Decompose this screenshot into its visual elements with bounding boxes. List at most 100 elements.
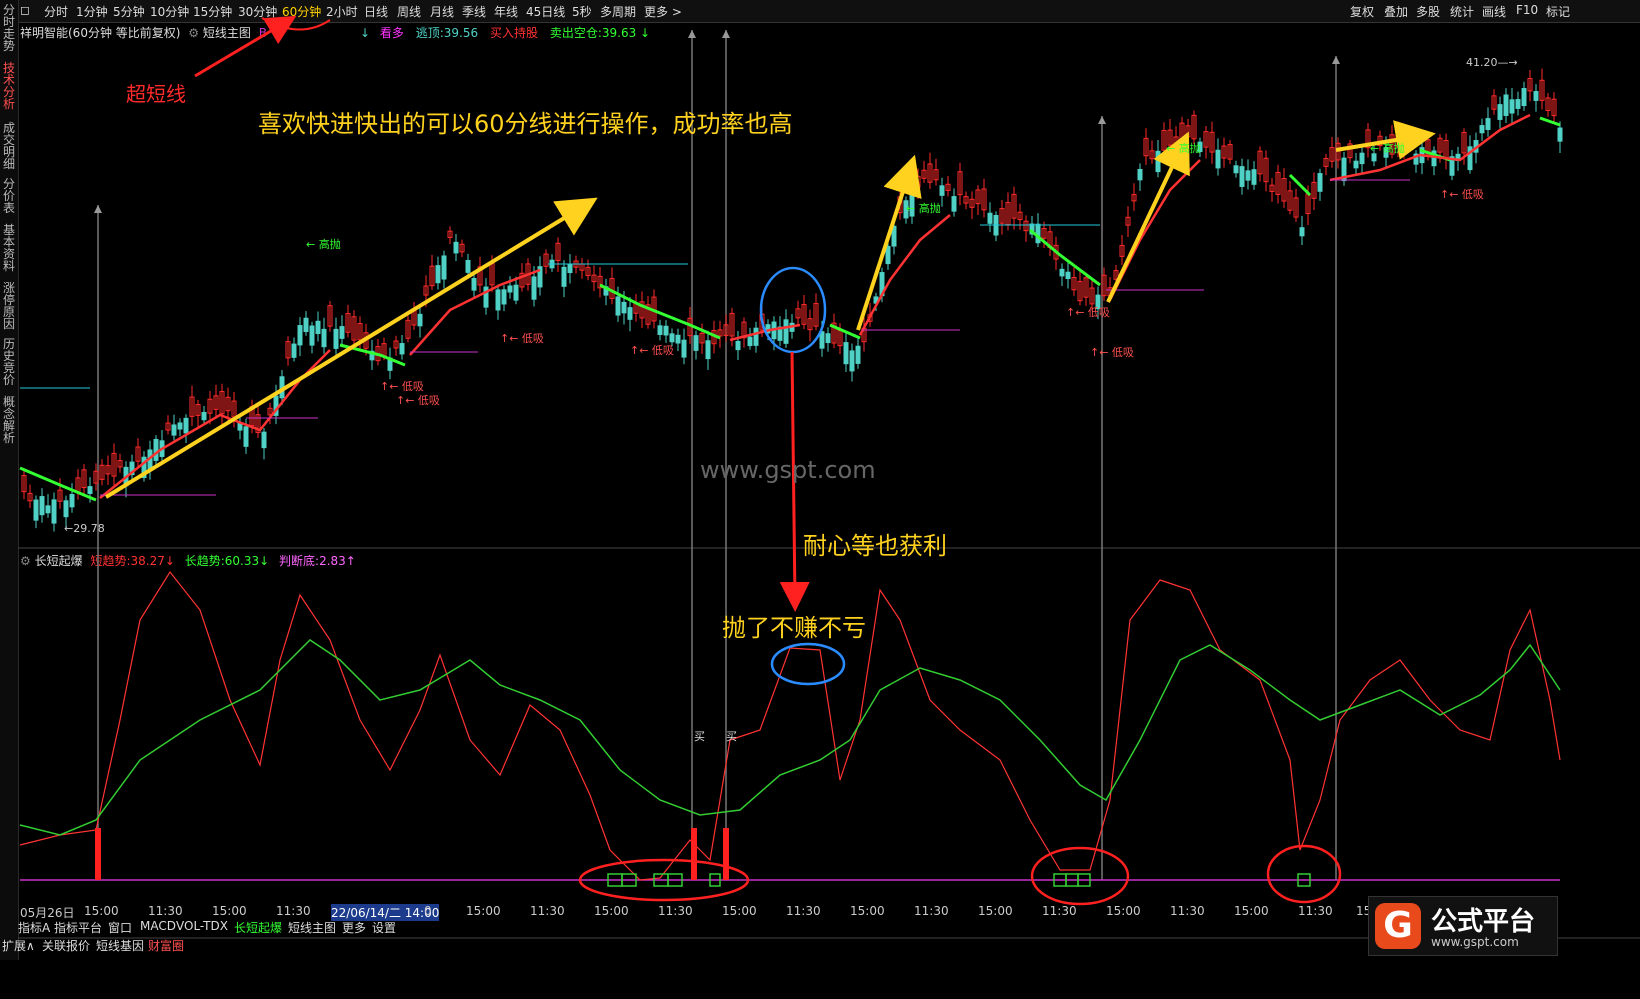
buy-label-2: 买 xyxy=(726,730,737,743)
indicator-tab-6[interactable]: 短线主图 xyxy=(288,919,336,936)
time-label: 15:00 xyxy=(594,904,629,918)
vmarker-arrowhead xyxy=(1098,116,1106,124)
indicator-tab-1[interactable]: 指标平台 xyxy=(54,919,102,936)
indicator-tab-7[interactable]: 更多 xyxy=(342,919,366,936)
candle-body xyxy=(849,350,855,372)
indicator-tab-0[interactable]: 指标A xyxy=(18,919,50,936)
trend-lines xyxy=(19,113,1561,502)
candle-body xyxy=(153,438,159,461)
candle-body xyxy=(825,333,831,344)
candle-body xyxy=(1245,170,1251,181)
trend-arrow-1 xyxy=(104,197,598,499)
status-tab-2[interactable]: 短线基因 xyxy=(96,937,144,954)
candle-body xyxy=(201,411,207,421)
trend-red-segment xyxy=(1108,159,1201,301)
candle-body xyxy=(1521,88,1527,107)
trend-arrow-3 xyxy=(1106,131,1190,303)
time-label: 11:30 xyxy=(658,904,693,918)
vmarker-arrowhead xyxy=(94,205,102,213)
candle-body xyxy=(693,335,699,351)
candle-body xyxy=(309,325,315,346)
ultra-short-arrow xyxy=(194,15,297,78)
vertical-markers xyxy=(94,30,1340,880)
candle-body xyxy=(1065,271,1071,279)
candle-body xyxy=(399,343,405,355)
high-sell-label: ← 高抛 xyxy=(306,238,341,251)
time-label: 15:00 xyxy=(722,904,757,918)
candle-body xyxy=(1317,173,1323,192)
time-label: 15:00 xyxy=(1234,904,1269,918)
low-buy-label: ↑← 低吸 xyxy=(500,332,544,345)
candle-body xyxy=(441,255,447,280)
vmarker-arrowhead xyxy=(688,30,696,38)
candle-body xyxy=(735,340,741,351)
high-sell-label: ← 高抛 xyxy=(1166,142,1201,155)
candle-body xyxy=(663,325,669,336)
time-label: 15:00 xyxy=(212,904,247,918)
time-label: 15:00 xyxy=(978,904,1013,918)
status-tab-3[interactable]: 财富圈 xyxy=(148,937,184,954)
main-annotation: 喜欢快进快出的可以60分线进行操作，成功率也高 xyxy=(258,110,793,138)
candle-body xyxy=(951,196,957,212)
candle-body xyxy=(621,301,627,314)
candle-body xyxy=(987,212,993,224)
status-tab-1[interactable]: 关联报价 xyxy=(42,937,90,954)
time-label: 11:30 xyxy=(276,904,311,918)
time-label: 15:00 xyxy=(1106,904,1141,918)
time-label: 15:00 xyxy=(84,904,119,918)
candle-body xyxy=(1533,90,1539,101)
time-label: 11:30 xyxy=(530,904,565,918)
long-trend-line xyxy=(19,639,1561,836)
candle-body xyxy=(1137,168,1143,181)
candle-body xyxy=(1359,152,1365,165)
indicator-tab-8[interactable]: 设置 xyxy=(372,919,396,936)
vmarker-arrowhead xyxy=(1332,56,1340,64)
candle-body xyxy=(1503,94,1509,116)
candle-body xyxy=(1497,104,1503,120)
candle-body xyxy=(843,342,849,365)
candle-body xyxy=(495,289,501,311)
logo-name: 公式平台 xyxy=(1431,907,1536,937)
candle-body xyxy=(243,426,249,447)
candle-body xyxy=(261,431,267,449)
candle-body xyxy=(1059,268,1065,277)
candle-body xyxy=(435,265,441,284)
candle-body xyxy=(171,424,177,436)
candle-body xyxy=(669,333,675,343)
low-buy-label: ↑← 低吸 xyxy=(1090,346,1134,359)
patience-annotation: 耐心等也获利 xyxy=(803,532,947,560)
candle-body xyxy=(39,496,45,516)
candle-body xyxy=(1239,166,1245,187)
candle-body xyxy=(531,276,537,300)
trend-green-segment xyxy=(1539,116,1561,127)
candle-body xyxy=(1251,169,1257,185)
trend-red-segment xyxy=(858,214,951,336)
candle-body xyxy=(333,328,339,349)
candle-body xyxy=(753,327,759,346)
candle-body xyxy=(1515,99,1521,109)
time-label: 15:00 xyxy=(850,904,885,918)
candle-body xyxy=(471,278,477,291)
status-tab-0[interactable]: 扩展∧ xyxy=(2,937,35,954)
time-label: 0 xyxy=(424,904,432,918)
watermark: www.gspt.com xyxy=(700,456,876,484)
time-label: 11:30 xyxy=(914,904,949,918)
candle-body xyxy=(177,422,183,430)
indicator-tab-2[interactable]: 窗口 xyxy=(108,919,132,936)
indicator-tab-5[interactable]: 长短起爆 xyxy=(234,919,282,936)
price-low: 29.78 xyxy=(73,522,105,535)
candle-body xyxy=(45,505,51,514)
candle-body xyxy=(705,340,711,360)
logo-glyph: G xyxy=(1375,903,1421,949)
high-sell-label: ← 高抛 xyxy=(906,202,941,215)
indicator-tab-4[interactable]: VOL-TDX xyxy=(176,919,228,933)
candle-body xyxy=(1155,150,1161,173)
indicator-tab-3[interactable]: MACD xyxy=(140,919,176,933)
logo-url: www.gspt.com xyxy=(1431,935,1519,949)
time-label: 11:30 xyxy=(786,904,821,918)
candle-body xyxy=(51,499,57,524)
candle-body xyxy=(297,325,303,346)
time-label: 11:30 xyxy=(1170,904,1205,918)
candle-body xyxy=(33,499,39,521)
candle-body xyxy=(1299,227,1305,237)
